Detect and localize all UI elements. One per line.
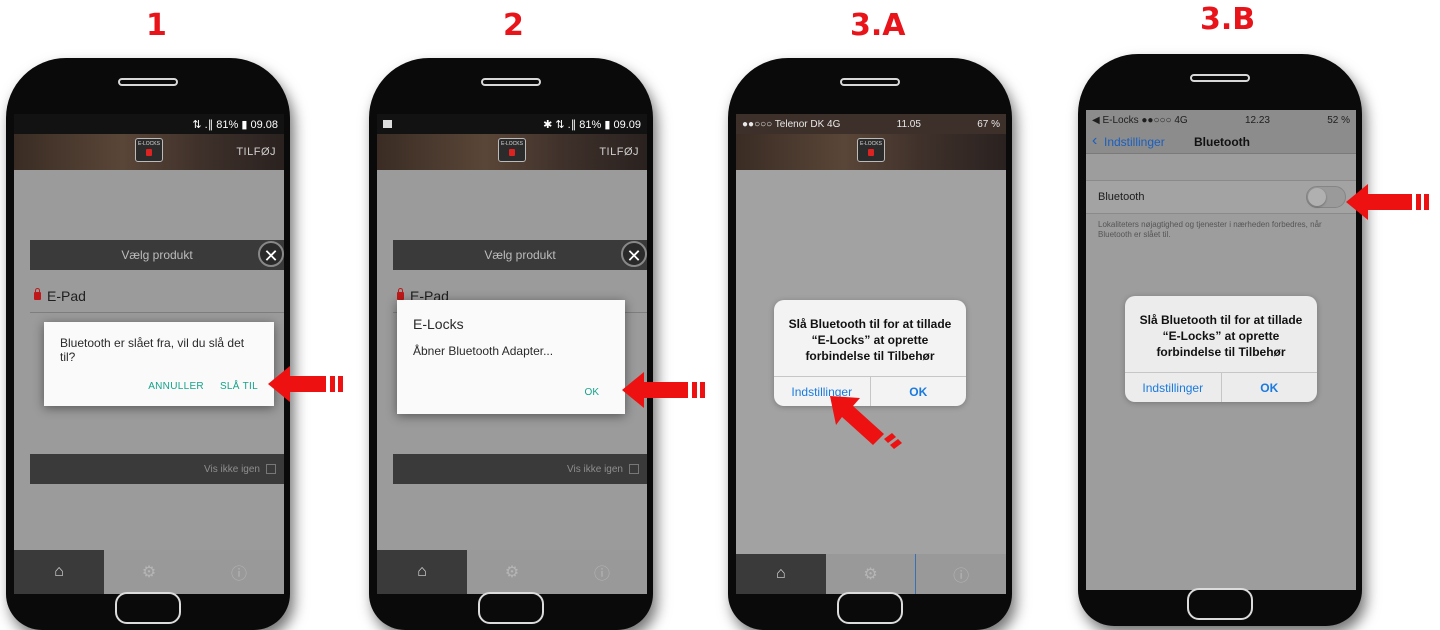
carrier-text: ●●○○○ Telenor DK 4G: [742, 118, 841, 130]
earpiece: [118, 78, 178, 86]
nav-bar: ‹ Indstillinger Bluetooth: [1086, 130, 1356, 154]
home-button: [1187, 588, 1253, 620]
alert-message: Slå Bluetooth til for at tillade “E-Lock…: [788, 317, 952, 363]
android-screen: ✱ ⇅ .∥ 81% ▮ 09.09 E-LOCKS TILFØJ Vælg p…: [377, 114, 647, 594]
add-button[interactable]: TILFØJ: [599, 146, 639, 158]
gear-icon[interactable]: ⚙: [825, 554, 917, 594]
home-button: [837, 592, 903, 624]
ios-screen: ●●○○○ Telenor DK 4G 11.05 67 % E-LOCKS S…: [736, 114, 1006, 594]
elocks-logo: E-LOCKS: [498, 138, 526, 162]
chevron-left-icon[interactable]: ‹: [1092, 132, 1097, 150]
red-arrow-icon: [268, 366, 343, 402]
ios-settings-screen: ◀ E-Locks ●●○○○ 4G 12.23 52 % ‹ Indstill…: [1086, 110, 1356, 590]
ok-button[interactable]: OK: [1222, 373, 1318, 402]
add-button[interactable]: TILFØJ: [236, 146, 276, 158]
home-icon[interactable]: ⌂: [736, 554, 826, 594]
app-header: E-LOCKS TILFØJ: [14, 134, 284, 170]
info-icon[interactable]: ⓘ: [557, 550, 647, 594]
red-arrow-icon: [830, 396, 902, 449]
battery-text: 67 %: [977, 118, 1000, 130]
bottom-nav: ⌂ ⚙ ⓘ: [377, 550, 647, 594]
time-text: 12.23: [1244, 114, 1270, 126]
home-button: [115, 592, 181, 624]
step-label-2: 2: [503, 8, 524, 43]
android-screen: ⇅ .∥ 81% ▮ 09.08 E-LOCKS TILFØJ Vælg pro…: [14, 114, 284, 594]
dont-show-label: Vis ikke igen: [567, 463, 623, 475]
phone-3b: ◀ E-Locks ●●○○○ 4G 12.23 52 % ‹ Indstill…: [1078, 54, 1362, 626]
lock-icon: [34, 288, 41, 300]
info-icon[interactable]: ⓘ: [194, 550, 284, 594]
gear-icon[interactable]: ⚙: [467, 550, 557, 594]
image-notification-icon: [383, 120, 392, 128]
select-product-bar: Vælg produkt: [30, 240, 284, 270]
select-product-bar: Vælg produkt: [393, 240, 647, 270]
dont-show-checkbox[interactable]: [629, 464, 639, 474]
earpiece: [1190, 74, 1250, 82]
cancel-button[interactable]: ANNULLER: [148, 381, 204, 392]
settings-button[interactable]: Indstillinger: [1125, 373, 1222, 402]
close-icon[interactable]: ✕: [621, 241, 647, 267]
gear-icon[interactable]: ⚙: [104, 550, 194, 594]
battery-text: 52 %: [1327, 114, 1350, 126]
step-label-1: 1: [146, 8, 167, 43]
elocks-logo: E-LOCKS: [135, 138, 163, 162]
status-bar: ◀ E-Locks ●●○○○ 4G 12.23 52 %: [1086, 110, 1356, 130]
home-icon[interactable]: ⌂: [377, 550, 467, 594]
close-icon[interactable]: ✕: [258, 241, 284, 267]
lock-icon: [397, 288, 404, 300]
dialog-message: Bluetooth er slået fra, vil du slå det t…: [60, 336, 245, 364]
alert-message: Slå Bluetooth til for at tillade “E-Lock…: [1139, 313, 1303, 359]
app-header: E-LOCKS TILFØJ: [377, 134, 647, 170]
nav-title: Bluetooth: [1194, 135, 1250, 149]
opening-adapter-dialog: E-Locks Åbner Bluetooth Adapter... OK: [397, 300, 625, 414]
step-label-3a: 3.A: [850, 8, 906, 43]
elocks-logo: E-LOCKS: [857, 138, 885, 162]
dialog-title: E-Locks: [413, 316, 464, 332]
ok-button[interactable]: OK: [585, 387, 599, 398]
bottom-nav: ⌂ ⚙ ⓘ: [736, 554, 1006, 594]
phone-1: ⇅ .∥ 81% ▮ 09.08 E-LOCKS TILFØJ Vælg pro…: [6, 58, 290, 630]
app-header: E-LOCKS: [736, 134, 1006, 170]
earpiece: [840, 78, 900, 86]
bluetooth-footnote: Lokaliteters nøjagtighed og tjenester i …: [1098, 220, 1322, 239]
info-icon[interactable]: ⓘ: [916, 554, 1006, 594]
status-text: ⇅ .∥ 81% ▮ 09.08: [192, 118, 278, 131]
phone-2: ✱ ⇅ .∥ 81% ▮ 09.09 E-LOCKS TILFØJ Vælg p…: [369, 58, 653, 630]
dont-show-checkbox[interactable]: [266, 464, 276, 474]
back-button[interactable]: Indstillinger: [1104, 135, 1165, 149]
bluetooth-alert: Slå Bluetooth til for at tillade “E-Lock…: [774, 300, 966, 406]
status-bar: ●●○○○ Telenor DK 4G 11.05 67 %: [736, 114, 1006, 134]
enable-button[interactable]: SLÅ TIL: [220, 381, 258, 392]
dont-show-label: Vis ikke igen: [204, 463, 260, 475]
home-button: [478, 592, 544, 624]
divider: [30, 312, 284, 313]
status-bar: ✱ ⇅ .∥ 81% ▮ 09.09: [377, 114, 647, 134]
select-product-label: Vælg produkt: [484, 248, 556, 262]
product-item-epad[interactable]: E-Pad: [34, 288, 86, 304]
bluetooth-toggle[interactable]: [1306, 186, 1346, 208]
earpiece: [481, 78, 541, 86]
bluetooth-row: Bluetooth: [1086, 180, 1356, 214]
bluetooth-row-label: Bluetooth: [1098, 191, 1145, 203]
status-text: ✱ ⇅ .∥ 81% ▮ 09.09: [543, 118, 641, 131]
carrier-text: ◀ E-Locks ●●○○○ 4G: [1092, 114, 1188, 126]
dont-show-again-bar[interactable]: Vis ikke igen: [393, 454, 647, 484]
bluetooth-dialog: Bluetooth er slået fra, vil du slå det t…: [44, 322, 274, 406]
dialog-message: Åbner Bluetooth Adapter...: [413, 344, 554, 358]
product-label: E-Pad: [47, 288, 86, 304]
bottom-nav: ⌂ ⚙ ⓘ: [14, 550, 284, 594]
step-label-3b: 3.B: [1200, 2, 1256, 37]
status-bar: ⇅ .∥ 81% ▮ 09.08: [14, 114, 284, 134]
home-icon[interactable]: ⌂: [14, 550, 104, 594]
red-arrow-icon: [1346, 184, 1429, 220]
time-text: 11.05: [896, 118, 921, 130]
phone-3a: ●●○○○ Telenor DK 4G 11.05 67 % E-LOCKS S…: [728, 58, 1012, 630]
bluetooth-alert: Slå Bluetooth til for at tillade “E-Lock…: [1125, 296, 1317, 402]
dont-show-again-bar[interactable]: Vis ikke igen: [30, 454, 284, 484]
select-product-label: Vælg produkt: [121, 248, 193, 262]
red-arrow-icon: [622, 372, 705, 408]
